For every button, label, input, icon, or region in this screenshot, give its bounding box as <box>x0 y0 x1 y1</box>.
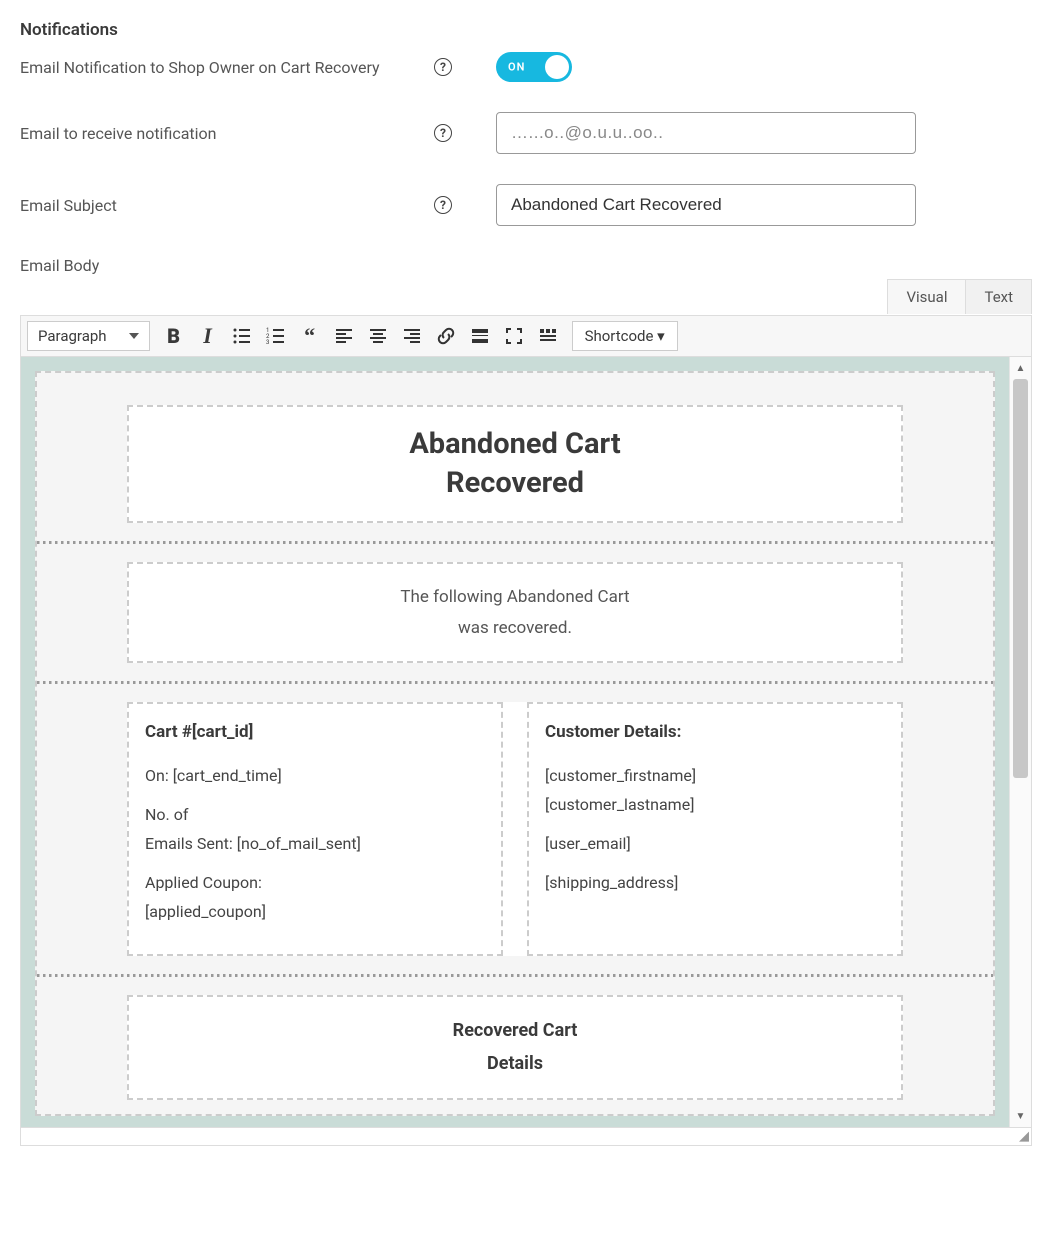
email-intro-line1: The following Abandoned Cart <box>143 582 887 613</box>
scroll-down-icon[interactable]: ▼ <box>1010 1105 1031 1127</box>
shortcode-label: Shortcode ▾ <box>585 327 665 345</box>
toggle-knob <box>545 55 569 79</box>
email-intro-block: The following Abandoned Cart was recover… <box>127 562 903 663</box>
scrollbar-thumb[interactable] <box>1013 379 1028 778</box>
recovered-heading-l2: Details <box>143 1048 887 1080</box>
input-email-to[interactable] <box>496 112 916 154</box>
customer-lastname: [customer_lastname] <box>545 791 885 820</box>
ordered-list-button[interactable]: 123 <box>260 320 292 352</box>
label-email-to: Email to receive notification <box>20 124 420 143</box>
section-title: Notifications <box>20 20 1032 40</box>
email-intro-line2: was recovered. <box>143 613 887 644</box>
vertical-scrollbar[interactable]: ▲ ▼ <box>1009 357 1031 1127</box>
recovered-heading-l1: Recovered Cart <box>143 1015 887 1047</box>
row-email-to: Email to receive notification ? <box>20 112 1032 154</box>
format-select-label: Paragraph <box>38 327 107 345</box>
cart-emails-l1: No. of <box>145 801 485 830</box>
shortcode-dropdown[interactable]: Shortcode ▾ <box>572 321 678 351</box>
align-left-button[interactable] <box>328 320 360 352</box>
help-icon[interactable]: ? <box>434 124 452 142</box>
format-select[interactable]: Paragraph <box>27 321 150 351</box>
divider <box>37 541 993 544</box>
email-details-block: Cart #[cart_id] On: [cart_end_time] No. … <box>127 702 903 956</box>
row-body: Email Body <box>20 256 1032 275</box>
divider <box>37 974 993 977</box>
email-title-line2: Recovered <box>143 464 887 503</box>
svg-text:3: 3 <box>266 339 269 346</box>
editor: Visual Text Paragraph B I 123 “ <box>20 315 1032 1146</box>
cart-coupon-l1: Applied Coupon: <box>145 869 485 898</box>
link-button[interactable] <box>430 320 462 352</box>
email-recovered-block: Recovered Cart Details <box>127 995 903 1100</box>
help-icon[interactable]: ? <box>434 58 452 76</box>
scroll-up-icon[interactable]: ▲ <box>1010 357 1031 379</box>
divider <box>37 681 993 684</box>
tab-visual[interactable]: Visual <box>888 280 966 314</box>
recovered-heading: Recovered Cart Details <box>143 1015 887 1080</box>
email-title-line1: Abandoned Cart <box>143 425 887 464</box>
editor-tabs: Visual Text <box>887 279 1032 314</box>
col-customer-info: Customer Details: [customer_firstname] [… <box>527 702 903 956</box>
cart-coupon-l2: [applied_coupon] <box>145 898 485 927</box>
label-notify-owner: Email Notification to Shop Owner on Cart… <box>20 58 420 77</box>
resize-handle[interactable]: ◢ <box>20 1128 1032 1146</box>
editor-toolbar: Paragraph B I 123 “ <box>20 315 1032 357</box>
row-subject: Email Subject ? <box>20 184 1032 226</box>
customer-heading: Customer Details: <box>545 722 885 742</box>
label-subject: Email Subject <box>20 196 420 215</box>
label-body: Email Body <box>20 256 420 275</box>
chevron-down-icon <box>129 333 139 339</box>
blockquote-button[interactable]: “ <box>294 320 326 352</box>
bullet-list-button[interactable] <box>226 320 258 352</box>
cart-emails-l2: Emails Sent: [no_of_mail_sent] <box>145 830 485 859</box>
editor-body: Abandoned Cart Recovered The following A… <box>20 357 1032 1128</box>
email-template-outer: Abandoned Cart Recovered The following A… <box>35 371 995 1116</box>
customer-firstname: [customer_firstname] <box>545 762 885 791</box>
customer-shipping: [shipping_address] <box>545 869 885 898</box>
tab-text[interactable]: Text <box>966 280 1031 314</box>
customer-email: [user_email] <box>545 830 885 859</box>
two-column-row: Cart #[cart_id] On: [cart_end_time] No. … <box>127 702 903 956</box>
align-center-button[interactable] <box>362 320 394 352</box>
email-title-block: Abandoned Cart Recovered <box>127 405 903 523</box>
email-intro: The following Abandoned Cart was recover… <box>143 582 887 643</box>
cart-on: On: [cart_end_time] <box>145 762 485 791</box>
toolbar-toggle-button[interactable] <box>532 320 564 352</box>
row-notify-owner: Email Notification to Shop Owner on Cart… <box>20 52 1032 82</box>
align-right-button[interactable] <box>396 320 428 352</box>
italic-button[interactable]: I <box>192 320 224 352</box>
fullscreen-button[interactable] <box>498 320 530 352</box>
help-icon[interactable]: ? <box>434 196 452 214</box>
input-subject[interactable] <box>496 184 916 226</box>
cart-heading: Cart #[cart_id] <box>145 722 485 742</box>
scrollbar-track[interactable] <box>1010 379 1031 1105</box>
read-more-button[interactable] <box>464 320 496 352</box>
toggle-notify-owner[interactable]: ON <box>496 52 572 82</box>
col-cart-info: Cart #[cart_id] On: [cart_end_time] No. … <box>127 702 503 956</box>
bold-button[interactable]: B <box>158 320 190 352</box>
editor-canvas[interactable]: Abandoned Cart Recovered The following A… <box>21 357 1009 1127</box>
email-title: Abandoned Cart Recovered <box>143 425 887 503</box>
toggle-on-label: ON <box>508 61 525 74</box>
